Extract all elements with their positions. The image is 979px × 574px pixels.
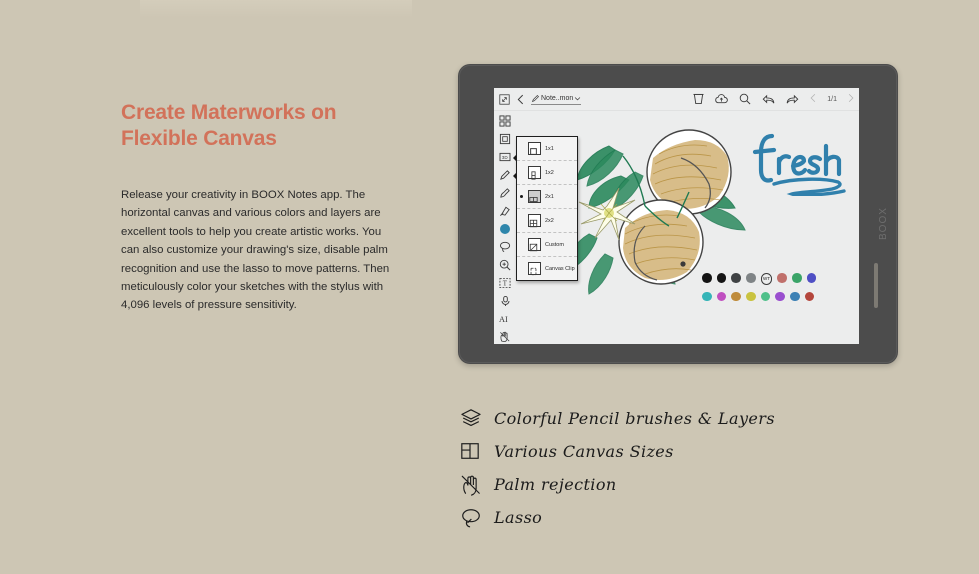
eraser-icon[interactable] xyxy=(496,202,514,220)
feature-label: Colorful Pencil brushes & Layers xyxy=(494,409,775,428)
undo-icon[interactable] xyxy=(762,94,775,105)
color-swatch[interactable] xyxy=(702,273,712,283)
feature-label: Lasso xyxy=(494,508,543,527)
canvas-1x1-icon xyxy=(528,142,541,155)
canvas-menu-item[interactable]: Canvas Clip xyxy=(517,257,577,280)
canvas-size-menu[interactable]: 1x1 1x2 2x1 2x2 Custom Canvas Clip xyxy=(516,136,578,281)
color-swatch[interactable] xyxy=(702,291,712,301)
svg-text:3D: 3D xyxy=(502,155,509,160)
color-swatch[interactable] xyxy=(777,273,787,283)
page-indicator: 1/1 xyxy=(827,95,837,103)
copy-column: Create Materworks on Flexible Canvas Rel… xyxy=(121,100,396,315)
document-title-button[interactable]: Note..mon xyxy=(531,94,582,105)
color-swatch[interactable] xyxy=(760,291,771,301)
canvas-2x2-icon xyxy=(528,214,541,228)
canvas-menu-label: 2x2 xyxy=(545,217,554,224)
cloud-sync-icon[interactable] xyxy=(715,93,729,105)
handwritten-word-fresh xyxy=(752,126,852,197)
canvas-menu-label: Canvas Clip xyxy=(545,265,575,272)
power-button[interactable] xyxy=(874,263,878,308)
canvas-menu-item-selected[interactable]: 2x1 xyxy=(517,185,577,209)
color-swatch[interactable] xyxy=(746,273,756,283)
color-swatch[interactable] xyxy=(806,273,817,283)
canvas-artwork[interactable] xyxy=(549,114,759,299)
zoom-icon[interactable] xyxy=(496,256,514,274)
svg-text:T: T xyxy=(503,281,508,288)
palm-rejection-icon xyxy=(460,474,482,496)
canvas-menu-item[interactable]: 2x2 xyxy=(517,209,577,233)
prev-page-icon[interactable] xyxy=(810,93,816,106)
feature-item: Various Canvas Sizes xyxy=(460,435,790,468)
color-swatch-white[interactable]: WT xyxy=(760,273,773,285)
color-swatch[interactable] xyxy=(746,291,756,301)
color-swatch[interactable] xyxy=(716,273,727,283)
page-root: { "page": { "background_color": "#cdc6b4… xyxy=(0,0,979,574)
canvas-menu-label: Custom xyxy=(545,241,564,248)
palm-rejection-icon[interactable] xyxy=(496,328,514,344)
selected-indicator xyxy=(520,195,523,198)
canvas-clip-icon xyxy=(528,262,541,276)
color-swatch-icon[interactable] xyxy=(496,220,514,238)
page-title: Create Materworks on Flexible Canvas xyxy=(121,100,396,152)
canvas-1x2-icon xyxy=(528,166,541,180)
feature-item: Palm rejection xyxy=(460,468,790,501)
lasso-icon[interactable] xyxy=(496,238,514,256)
device-screen: Note..mon 1/1 3D T AI 1x1 1x2 2x1 2x2 Cu… xyxy=(494,88,859,344)
feature-label: Palm rejection xyxy=(494,475,617,494)
redo-icon[interactable] xyxy=(786,94,799,105)
color-swatch[interactable] xyxy=(731,291,741,301)
grid-layout-icon[interactable] xyxy=(496,112,514,130)
color-palette[interactable]: WT xyxy=(702,273,842,308)
headline-line-2: Flexible Canvas xyxy=(121,127,277,150)
color-swatch[interactable] xyxy=(792,273,802,283)
color-swatch[interactable] xyxy=(790,291,800,301)
canvas-menu-label: 1x1 xyxy=(545,145,554,152)
layers-icon xyxy=(460,408,482,430)
app-toolbar: Note..mon 1/1 xyxy=(494,88,859,111)
canvas-menu-item[interactable]: Custom xyxy=(517,233,577,257)
canvas-frame-icon[interactable] xyxy=(693,93,704,105)
body-paragraph: Release your creativity in BOOX Notes ap… xyxy=(121,189,390,312)
current-color-swatch xyxy=(500,224,510,234)
pen-icon[interactable] xyxy=(496,166,516,184)
palette-row-1: WT xyxy=(702,273,842,285)
color-swatch[interactable] xyxy=(775,291,785,301)
top-highlight-band xyxy=(140,0,412,18)
back-chevron-icon[interactable] xyxy=(517,94,524,105)
ai-icon[interactable]: AI xyxy=(496,310,514,328)
feature-item: Lasso xyxy=(460,501,790,534)
canvas-size-icon[interactable] xyxy=(496,130,514,148)
expand-icon[interactable] xyxy=(499,93,510,105)
search-icon[interactable] xyxy=(739,93,751,105)
headline-line-1: Create Materworks on xyxy=(121,101,337,124)
tablet-device: BOOX Note..mon 1/1 3D T AI 1x1 1x2 2x1 2… xyxy=(458,64,898,364)
color-swatch[interactable] xyxy=(731,273,741,283)
canvas-2x1-icon xyxy=(528,190,541,203)
brand-label: BOOX xyxy=(878,207,889,241)
microphone-icon[interactable] xyxy=(496,292,514,310)
canvas-menu-label: 2x1 xyxy=(545,193,554,200)
canvas-menu-item[interactable]: 1x1 xyxy=(517,137,577,161)
color-swatch[interactable] xyxy=(804,291,815,301)
palette-row-2 xyxy=(702,291,842,301)
lasso-icon xyxy=(460,507,482,529)
feature-list: Colorful Pencil brushes & Layers Various… xyxy=(460,402,790,534)
layers-icon[interactable]: 3D xyxy=(496,148,516,166)
next-page-icon[interactable] xyxy=(848,93,854,106)
canvas-sizes-icon xyxy=(460,441,482,463)
brush-icon[interactable] xyxy=(496,184,514,202)
color-swatch[interactable] xyxy=(716,291,727,301)
chevron-down-icon xyxy=(575,96,581,100)
pencil-icon xyxy=(531,94,539,102)
canvas-menu-item[interactable]: 1x2 xyxy=(517,161,577,185)
feature-item: Colorful Pencil brushes & Layers xyxy=(460,402,790,435)
canvas-custom-icon xyxy=(528,238,541,252)
tool-rail: 3D T AI xyxy=(496,112,516,344)
svg-text:AI: AI xyxy=(499,315,508,324)
text-icon[interactable]: T xyxy=(496,274,514,292)
canvas-menu-label: 1x2 xyxy=(545,169,554,176)
feature-label: Various Canvas Sizes xyxy=(494,442,674,461)
document-title-text: Note..mon xyxy=(541,94,574,102)
